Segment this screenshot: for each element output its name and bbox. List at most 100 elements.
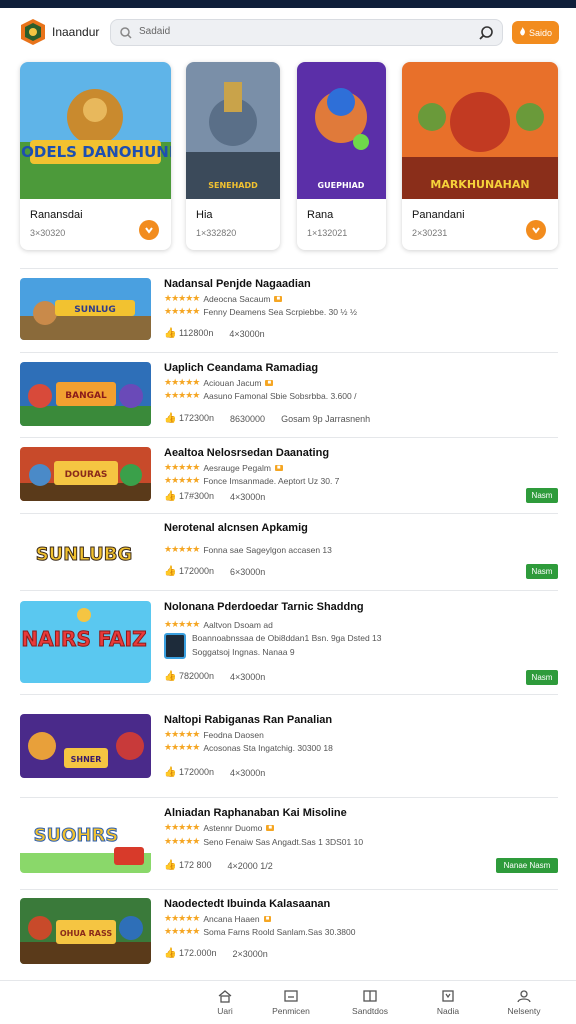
list-item[interactable]: SHNER Naltopi Rabiganas Ran Panalian ★★★… bbox=[20, 714, 558, 780]
featured-art: MARKHUNAHAN bbox=[402, 62, 558, 199]
list-item[interactable]: OHUA RASS Naodectedt Ibuinda Kalasaanan … bbox=[20, 898, 558, 966]
description-text: Soma Farns Roold Sanlam.Sas 30.3800 bbox=[203, 926, 356, 937]
game-title: Uaplich Ceandama Ramadiag bbox=[164, 362, 319, 374]
description-text: Fonce Imsanmade. Aeptort Uz 30. 7 bbox=[203, 475, 340, 486]
description-text: Acosonas Sta Ingatchig. 30300 18 bbox=[203, 742, 333, 753]
game-title: Naltopi Rabiganas Ran Panalian bbox=[164, 714, 333, 726]
search-input[interactable]: Sadaid bbox=[139, 26, 170, 37]
list-item[interactable]: BANGAL Uaplich Ceandama Ramadiag ★★★★★ A… bbox=[20, 362, 558, 426]
size-text: 4×3000n bbox=[230, 491, 266, 502]
game-thumbnail: SUOHRS bbox=[20, 807, 151, 873]
badge: ■ bbox=[265, 379, 274, 386]
stats-line: 👍 112800n 4×3000n bbox=[164, 328, 265, 339]
nav-label: Penmicen bbox=[272, 1006, 310, 1016]
featured-art-text: SENEHADD bbox=[208, 181, 258, 190]
star-rating-icon: ★★★★★ bbox=[164, 544, 200, 554]
chevron-down-icon[interactable] bbox=[139, 220, 159, 240]
app-mini-icon bbox=[164, 633, 186, 659]
extra-text: Soggatsoj Ingnas. Nanaa 9 bbox=[192, 647, 295, 657]
description-text: Boannoabnssaa de Obi8ddan1 Bsn. 9ga Dste… bbox=[192, 633, 382, 643]
header-action-label: Saido bbox=[528, 27, 553, 38]
likes-count: 172000n bbox=[178, 566, 215, 576]
search-bar[interactable]: Sadaid bbox=[110, 19, 503, 46]
nav-label: Nadia bbox=[436, 1006, 460, 1016]
nav-item-home[interactable]: Uari bbox=[190, 989, 260, 1016]
featured-art-text: GUEPHIAD bbox=[318, 181, 365, 190]
featured-card[interactable]: MARKHUNAHAN Panandani 2×30231 bbox=[402, 62, 558, 250]
list-item[interactable]: SUOHRS Alniadan Raphanaban Kai Misoline … bbox=[20, 807, 558, 875]
rating-line: ★★★★★ Aciouan Jacum ■ bbox=[164, 377, 274, 388]
badge: ■ bbox=[274, 295, 283, 302]
nav-item-grid[interactable]: Sandtdos bbox=[335, 989, 405, 1016]
svg-text:SUNLUBG: SUNLUBG bbox=[36, 544, 133, 565]
thumbs-up-icon: 👍 bbox=[164, 860, 177, 871]
home-icon bbox=[217, 989, 233, 1003]
svg-text:SUNLUG: SUNLUG bbox=[74, 305, 115, 315]
divider bbox=[20, 889, 558, 890]
likes-count: 172 800 bbox=[178, 860, 212, 870]
thumbs-up-icon: 👍 bbox=[164, 328, 177, 339]
description-line: ★★★★★ Seno Fenaiw Sas Angadt.Sas 1 3DS01… bbox=[164, 836, 363, 847]
nav-item-profile[interactable]: Nelsenty bbox=[489, 989, 559, 1016]
featured-card[interactable]: NODELS DANOHUNH Ranansdai 3×30320 bbox=[20, 62, 171, 250]
game-title: Aealtoa Nelosrsedan Daanating bbox=[164, 447, 330, 459]
description-line-2: Soggatsoj Ingnas. Nanaa 9 bbox=[192, 647, 295, 657]
publisher-text: Aesrauge Pegalm bbox=[203, 462, 271, 473]
rating-line: ★★★★★ Aesrauge Pegalm ■ bbox=[164, 462, 283, 473]
chevron-down-icon[interactable] bbox=[526, 220, 546, 240]
star-rating-icon: ★★★★★ bbox=[164, 926, 200, 936]
person-icon bbox=[516, 989, 532, 1003]
stats-line: 👍 172300n 8630000 Gosam 9p Jarrasnenh bbox=[164, 413, 370, 424]
svg-text:SUOHRS: SUOHRS bbox=[34, 825, 119, 846]
game-thumbnail: SUNLUBG bbox=[20, 522, 151, 586]
thumbs-up-icon: 👍 bbox=[164, 491, 177, 502]
featured-card[interactable]: SENEHADD Hia 1×332820 bbox=[186, 62, 280, 250]
list-item[interactable]: SUNLUG Nadansal Penjde Nagaadian ★★★★★ A… bbox=[20, 278, 558, 342]
rating-line: ★★★★★ Astennr Duomo ■ bbox=[164, 822, 275, 833]
rating-line: ★★★★★ Ancana Haaen ■ bbox=[164, 913, 272, 924]
featured-meta: 1×332820 bbox=[196, 228, 237, 238]
divider bbox=[20, 797, 558, 798]
featured-meta: 2×30231 bbox=[412, 228, 448, 238]
description-text: Fonna sae Sageylgon accasen 13 bbox=[203, 544, 332, 555]
description-text: Fenny Deamens Sea Scrpiebbe. 30 ½ ½ bbox=[203, 306, 357, 317]
star-rating-icon: ★★★★★ bbox=[164, 836, 200, 846]
likes-count: 112800n bbox=[178, 328, 214, 338]
stats-line: 👍 172 800 4×2000 1/2 bbox=[164, 860, 273, 871]
featured-carousel: NODELS DANOHUNH Ranansdai 3×30320 SENEHA… bbox=[20, 62, 558, 252]
thumbs-up-icon: 👍 bbox=[164, 671, 177, 682]
list-item[interactable]: NAIRS FAIZ Nolonana Pderdoedar Tarnic Sh… bbox=[20, 601, 558, 685]
install-button[interactable]: Nanae Nasm bbox=[496, 858, 558, 873]
publisher-text: Astennr Duomo bbox=[203, 822, 263, 833]
nav-item-book[interactable]: Nadia bbox=[413, 989, 483, 1016]
nav-item-window[interactable]: Penmicen bbox=[256, 989, 326, 1016]
badge: ■ bbox=[266, 824, 275, 831]
size-text: 2×3000n bbox=[232, 948, 268, 959]
likes-count: 172000n bbox=[178, 767, 215, 777]
description-line: Boannoabnssaa de Obi8ddan1 Bsn. 9ga Dste… bbox=[192, 633, 382, 643]
list-item[interactable]: DOURAS Aealtoa Nelosrsedan Daanating ★★★… bbox=[20, 447, 558, 503]
app-logo[interactable] bbox=[20, 18, 46, 46]
game-title: Nolonana Pderdoedar Tarnic Shaddng bbox=[164, 601, 364, 613]
star-rating-icon: ★★★★★ bbox=[164, 293, 200, 303]
divider bbox=[20, 513, 558, 514]
description-text: Seno Fenaiw Sas Angadt.Sas 1 3DS01 10 bbox=[203, 836, 364, 847]
badge: ■ bbox=[263, 915, 272, 922]
search-submit-icon[interactable] bbox=[478, 25, 494, 41]
header-action-button[interactable]: Saido bbox=[512, 21, 559, 44]
stats-line: 👍 172000n 4×3000n bbox=[164, 767, 265, 778]
game-thumbnail: DOURAS bbox=[20, 447, 151, 501]
bottom-navigation: Uari Penmicen Sandtdos Nadia Nelsenty bbox=[0, 980, 576, 1024]
game-thumbnail: SHNER bbox=[20, 714, 151, 778]
install-button[interactable]: Nasm bbox=[526, 670, 558, 685]
install-button[interactable]: Nasm bbox=[526, 488, 558, 503]
featured-card[interactable]: GUEPHIAD Rana 1×132021 bbox=[297, 62, 386, 250]
featured-meta: 3×30320 bbox=[30, 228, 66, 238]
star-rating-icon: ★★★★★ bbox=[164, 742, 200, 752]
description-text: Aasuno Famonal Sbie Sobsrbba. 3.600 / bbox=[203, 390, 357, 401]
list-item[interactable]: SUNLUBG Nerotenal alcnsen Apkamig ★★★★★ … bbox=[20, 522, 558, 588]
install-button[interactable]: Nasm bbox=[526, 564, 558, 579]
description-line: ★★★★★ Fenny Deamens Sea Scrpiebbe. 30 ½ … bbox=[164, 306, 357, 317]
game-title: Nadansal Penjde Nagaadian bbox=[164, 278, 311, 290]
game-thumbnail: SUNLUG bbox=[20, 278, 151, 340]
